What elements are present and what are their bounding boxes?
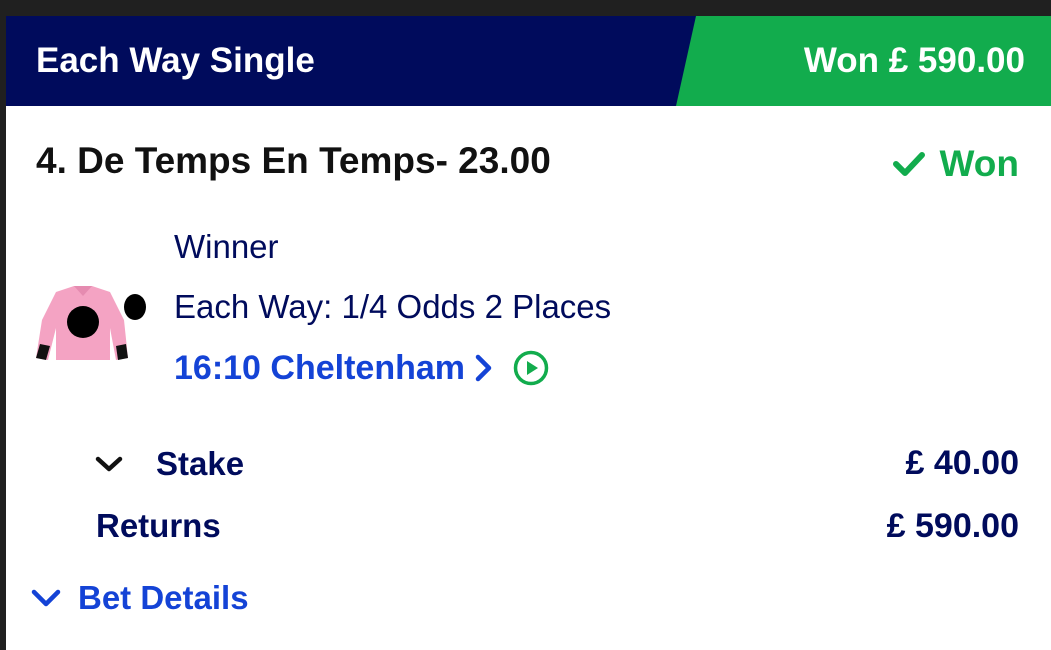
screen-background: Each Way Single Won £ 590.00 4. De Temps…	[0, 0, 1051, 650]
stake-value: £ 40.00	[905, 444, 1019, 482]
chevron-down-icon[interactable]	[30, 587, 62, 609]
chevron-down-icon[interactable]	[94, 454, 124, 474]
chevron-right-icon[interactable]	[473, 353, 495, 383]
bet-type-title: Each Way Single	[36, 41, 315, 80]
selection-title: 4. De Temps En Temps- 23.00	[36, 140, 551, 181]
stake-toggle[interactable]: Stake	[94, 444, 244, 484]
returns-value: £ 590.00	[886, 507, 1019, 545]
won-status-banner: Won £ 590.00	[676, 16, 1051, 106]
race-link-label[interactable]: 16:10 Cheltenham	[174, 349, 465, 388]
market-name: Winner	[174, 228, 279, 265]
each-way-terms: Each Way: 1/4 Odds 2 Places	[174, 288, 612, 325]
jockey-silks-icon	[36, 286, 146, 360]
check-icon	[892, 152, 925, 176]
result-status: Won	[892, 142, 1019, 186]
play-circle-icon[interactable]	[513, 350, 549, 386]
bet-details-toggle[interactable]: Bet Details	[30, 578, 249, 618]
bet-card: Each Way Single Won £ 590.00 4. De Temps…	[6, 16, 1051, 650]
bet-details-label[interactable]: Bet Details	[78, 579, 249, 617]
returns-label: Returns	[96, 507, 221, 544]
result-label: Won	[939, 143, 1019, 184]
race-link[interactable]: 16:10 Cheltenham	[174, 346, 549, 390]
won-amount-label: Won £ 590.00	[803, 41, 1025, 80]
stake-label: Stake	[156, 445, 245, 482]
bet-header: Each Way Single Won £ 590.00	[6, 16, 1051, 106]
